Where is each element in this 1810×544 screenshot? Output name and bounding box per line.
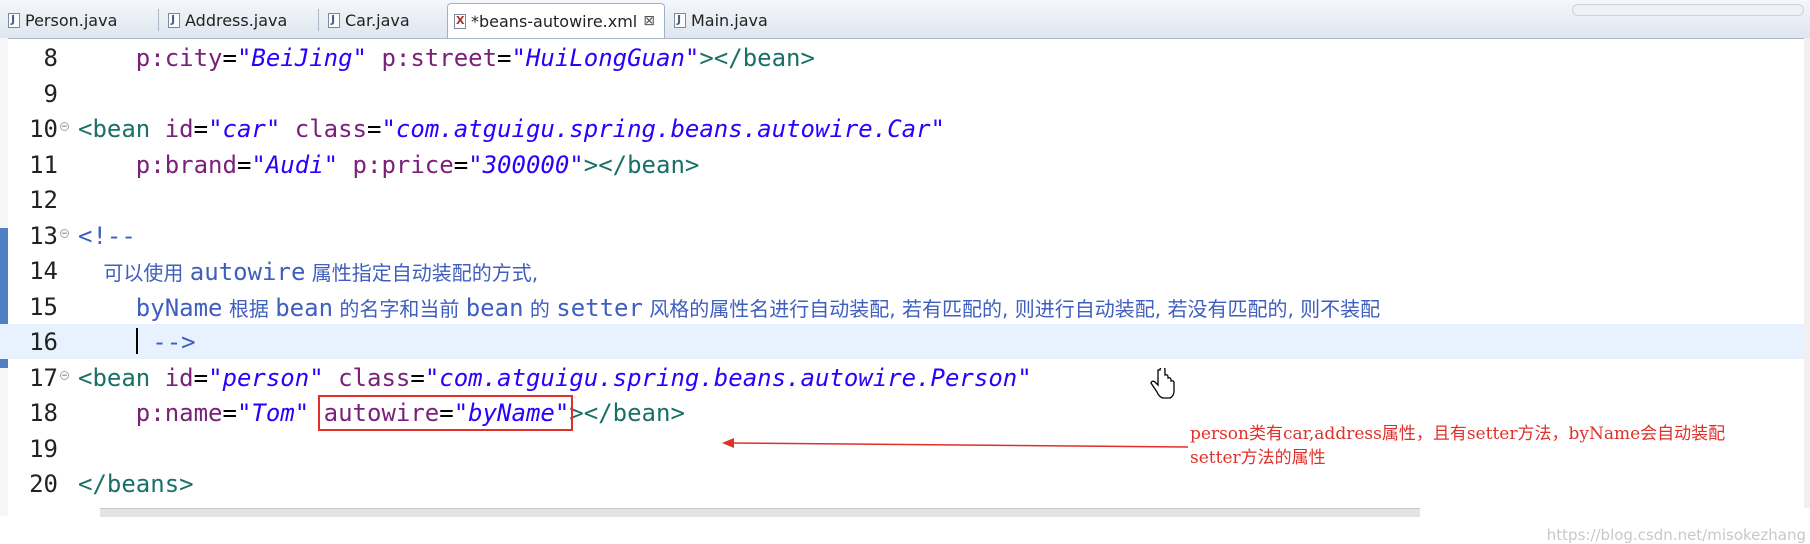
editor-tab-bar: Person.java Address.java Car.java *beans… (0, 0, 1810, 39)
tab-label: Car.java (345, 10, 410, 30)
tab-overflow-area (1572, 4, 1804, 16)
tab-beans-autowire-xml[interactable]: *beans-autowire.xml ⊠ (447, 3, 665, 38)
annotation-line-1: person类有car,address属性，且有setter方法，byName会… (1190, 424, 1726, 444)
tab-label: Main.java (691, 10, 768, 30)
tab-separator (158, 9, 159, 31)
tab-address-java[interactable]: Address.java (162, 3, 312, 37)
tab-separator (318, 9, 319, 31)
hand-cursor-icon (1150, 368, 1175, 399)
tab-main-java[interactable]: Main.java (668, 3, 788, 37)
tab-label: Person.java (25, 10, 118, 30)
watermark: https://blog.csdn.net/misokezhang (1546, 526, 1806, 544)
annotation-note: person类有car,address属性，且有setter方法，byName会… (1190, 422, 1725, 470)
annotation-line-2: setter方法的属性 (1190, 448, 1326, 468)
tab-person-java[interactable]: Person.java (2, 3, 132, 37)
vertical-scrollbar[interactable] (1804, 38, 1810, 508)
java-file-icon (674, 12, 686, 28)
tab-label: Address.java (185, 10, 288, 30)
xml-editor[interactable]: 8 p:city="BeiJing" p:street="HuiLongGuan… (0, 38, 1810, 544)
java-file-icon (8, 12, 20, 28)
java-file-icon (168, 12, 180, 28)
xml-file-icon (454, 13, 466, 29)
tab-car-java[interactable]: Car.java (322, 3, 442, 37)
close-tab-icon[interactable]: ⊠ (643, 13, 655, 29)
java-file-icon (328, 12, 340, 28)
tab-label: *beans-autowire.xml (471, 11, 638, 31)
